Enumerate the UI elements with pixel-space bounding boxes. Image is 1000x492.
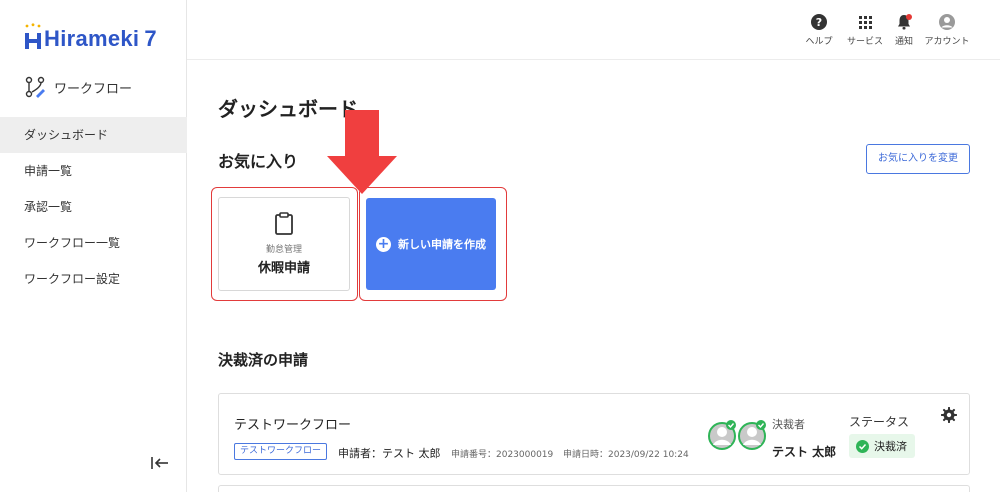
request-applicant: 申請者：テスト 太郎 — [338, 447, 441, 460]
sidebar-nav: ダッシュボード 申請一覧 承認一覧 ワークフロー一覧 ワークフロー設定 — [0, 117, 187, 297]
brand-logo[interactable]: Hirameki 7 — [24, 23, 157, 53]
sidebar-item-workflows[interactable]: ワークフロー一覧 — [0, 225, 187, 261]
status-label: ステータス — [849, 415, 910, 429]
notifications-button[interactable]: 通知 — [892, 13, 916, 47]
workflow-tag[interactable]: テストワークフロー — [234, 443, 328, 460]
red-down-arrow-icon — [327, 110, 397, 194]
sidebar-item-approvals[interactable]: 承認一覧 — [0, 189, 187, 225]
sidebar: Hirameki 7 ワークフロー ダッシュボード 申請一覧 承認一覧 ワークフ… — [0, 0, 187, 492]
bell-icon — [898, 14, 912, 30]
create-new-request-label: 新しい申請を作成 — [398, 238, 486, 251]
card-name: 休暇申請 — [257, 261, 310, 276]
collapse-left-icon[interactable] — [150, 455, 170, 471]
services-button[interactable]: サービス — [845, 13, 885, 47]
status-value: 決裁済 — [874, 440, 907, 453]
completed-requests-title: 決裁済の申請 — [218, 351, 309, 369]
change-favorites-button[interactable]: お気に入りを変更 — [866, 144, 970, 174]
create-new-request-button[interactable]: + 新しい申請を作成 — [366, 198, 496, 290]
svg-text:?: ? — [816, 16, 822, 29]
workflow-section-label: ワークフロー — [54, 81, 133, 97]
help-icon: ? — [811, 14, 827, 30]
favorite-card-leave-request[interactable]: 勤怠管理 休暇申請 — [218, 197, 350, 291]
approver-name: テスト 太郎 — [772, 445, 837, 459]
approver-avatar-icon — [708, 420, 736, 450]
plus-circle-icon: + — [376, 235, 391, 252]
approver-label: 決裁者 — [772, 418, 805, 431]
brand-version: 7 — [144, 26, 157, 51]
help-button[interactable]: ? ヘルプ — [803, 13, 835, 47]
clipboard-icon — [275, 212, 293, 235]
request-workflow-name: テストワークフロー — [234, 418, 352, 433]
workflow-section-title: ワークフロー — [24, 76, 132, 98]
favorites-title: お気に入り — [218, 152, 299, 171]
sidebar-item-dashboard[interactable]: ダッシュボード — [0, 117, 187, 153]
account-label: アカウント — [924, 37, 970, 47]
gear-icon[interactable] — [941, 407, 957, 423]
request-card[interactable]: テストワークフロー テストワークフロー 申請者：テスト 太郎 申請番号：2023… — [218, 393, 970, 475]
approver-avatar-icon — [738, 420, 766, 450]
sidebar-item-workflow-settings[interactable]: ワークフロー設定 — [0, 261, 187, 297]
grid-icon — [859, 16, 872, 29]
help-label: ヘルプ — [805, 37, 833, 47]
workflow-icon — [25, 76, 45, 98]
account-button[interactable]: アカウント — [923, 13, 971, 47]
approver-avatars — [708, 420, 766, 450]
check-circle-icon — [856, 439, 869, 453]
account-icon — [939, 14, 955, 30]
request-datetime: 申請日時：2023/09/22 10:24 — [563, 450, 689, 460]
main-content: ダッシュボード お気に入り お気に入りを変更 勤怠管理 休暇申請 + 新しい申請… — [187, 61, 1000, 492]
notifications-label: 通知 — [894, 37, 913, 47]
logo-mark-icon — [24, 23, 42, 49]
brand-name: Hirameki — [44, 26, 140, 51]
request-number: 申請番号：2023000019 — [451, 450, 554, 460]
card-category: 勤怠管理 — [265, 245, 302, 255]
top-header: ? ヘルプ サービス 通知 アカウント — [187, 0, 1000, 60]
request-card-partial — [218, 485, 970, 492]
services-label: サービス — [846, 37, 883, 47]
status-badge: 決裁済 — [849, 434, 915, 458]
sidebar-item-requests[interactable]: 申請一覧 — [0, 153, 187, 189]
